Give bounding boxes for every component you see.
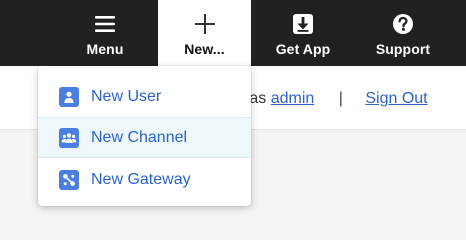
admin-user-link[interactable]: admin [271, 90, 315, 107]
plus-icon [194, 11, 216, 37]
hamburger-icon [94, 11, 116, 37]
new-button[interactable]: New... [158, 0, 251, 66]
user-icon [59, 86, 79, 107]
page: Menu New... Get App Support n as admin |… [0, 0, 466, 220]
menu-button[interactable]: Menu [80, 0, 130, 66]
help-icon [392, 11, 414, 37]
menu-label: Menu [86, 41, 124, 57]
channel-group-icon [59, 127, 79, 148]
new-user-item[interactable]: New User [38, 76, 251, 117]
new-user-label: New User [91, 87, 162, 105]
new-channel-label: New Channel [91, 128, 188, 146]
new-channel-item[interactable]: New Channel [38, 117, 251, 158]
support-label: Support [375, 41, 431, 57]
new-gateway-item[interactable]: New Gateway [38, 159, 251, 200]
download-icon [292, 11, 314, 37]
support-button[interactable]: Support [364, 0, 442, 66]
get-app-button[interactable]: Get App [266, 0, 340, 66]
top-nav-bar: Menu New... Get App Support [0, 0, 466, 66]
new-dropdown-menu: New User New Channel New Gateway [38, 66, 251, 206]
login-status: n as admin | Sign Out [236, 90, 428, 108]
status-separator: | [338, 90, 343, 107]
new-gateway-label: New Gateway [91, 170, 191, 188]
new-label: New... [184, 41, 225, 57]
gateway-icon [59, 169, 79, 190]
sign-out-link[interactable]: Sign Out [365, 90, 427, 107]
get-app-label: Get App [275, 41, 331, 57]
